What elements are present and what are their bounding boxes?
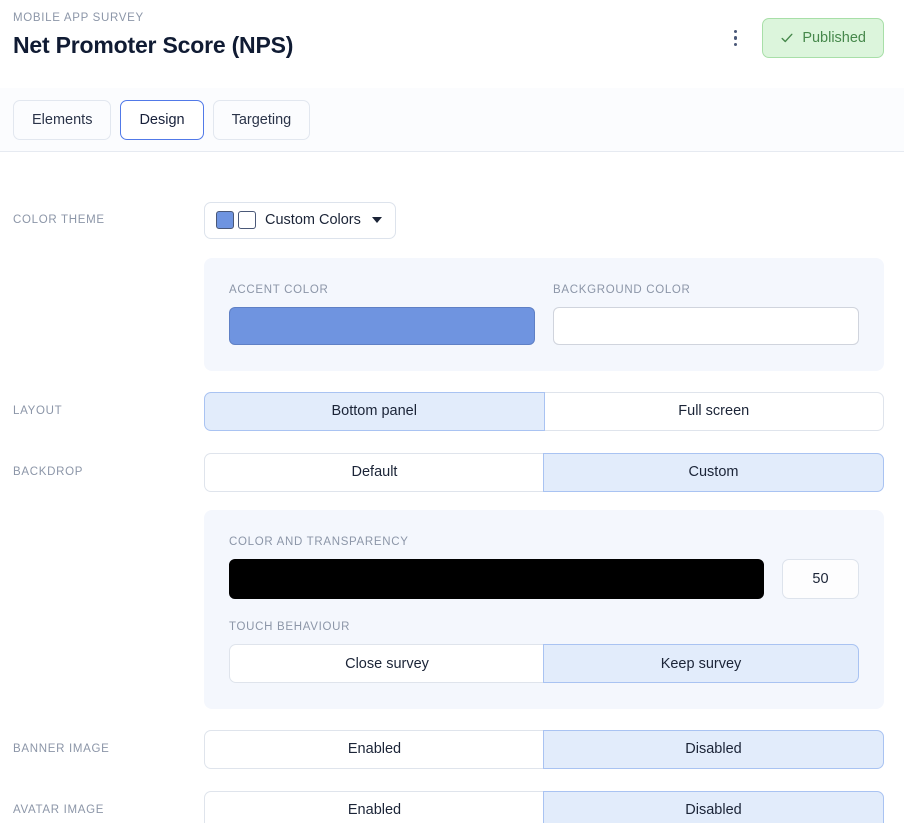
theme-swatch-group — [216, 211, 256, 229]
label-banner-image: BANNER IMAGE — [13, 743, 110, 755]
segment-backdrop-default[interactable]: Default — [204, 452, 544, 492]
settings-content: COLOR THEME Custom Colors ACCENT COLOR B… — [0, 152, 904, 823]
segment-touch-keep-survey[interactable]: Keep survey — [543, 644, 859, 683]
segment-avatar-disabled[interactable]: Disabled — [543, 790, 884, 823]
transparency-row: 50 — [229, 559, 859, 599]
control-avatar-image: Enabled Disabled — [204, 790, 884, 823]
kebab-dot — [733, 29, 738, 34]
accent-color-group: ACCENT COLOR — [229, 284, 535, 345]
label-accent-color: ACCENT COLOR — [229, 284, 329, 296]
segment-layout-bottom-panel[interactable]: Bottom panel — [204, 391, 545, 431]
backdrop-color-swatch[interactable] — [229, 559, 764, 599]
color-theme-select-value: Custom Colors — [265, 212, 361, 228]
label-color-theme: COLOR THEME — [13, 214, 105, 226]
background-color-swatch[interactable] — [553, 307, 859, 345]
row-backdrop: BACKDROP Default Custom — [13, 444, 884, 500]
label-background-color: BACKGROUND COLOR — [553, 284, 691, 296]
label-layout: LAYOUT — [13, 405, 63, 417]
control-backdrop: Default Custom — [204, 452, 884, 492]
header-title-group: MOBILE APP SURVEY Net Promoter Score (NP… — [13, 8, 293, 59]
segmented-avatar-image: Enabled Disabled — [204, 790, 884, 823]
page-header: MOBILE APP SURVEY Net Promoter Score (NP… — [0, 0, 904, 88]
chevron-down-icon — [371, 217, 382, 223]
touch-behaviour-group: TOUCH BEHAVIOUR Close survey Keep survey — [229, 621, 859, 683]
row-layout: LAYOUT Bottom panel Full screen — [13, 383, 884, 439]
segmented-banner-image: Enabled Disabled — [204, 729, 884, 769]
segment-backdrop-custom[interactable]: Custom — [543, 452, 884, 492]
status-badge-published[interactable]: Published — [762, 18, 884, 58]
breadcrumb-eyebrow: MOBILE APP SURVEY — [13, 12, 144, 24]
tab-design[interactable]: Design — [120, 99, 204, 140]
label-avatar-image: AVATAR IMAGE — [13, 804, 105, 816]
background-color-group: BACKGROUND COLOR — [553, 284, 859, 345]
segment-layout-full-screen[interactable]: Full screen — [543, 391, 884, 431]
status-badge-label: Published — [802, 30, 866, 46]
page-title: Net Promoter Score (NPS) — [13, 32, 294, 58]
theme-swatch-secondary — [238, 211, 256, 229]
design-settings-page: MOBILE APP SURVEY Net Promoter Score (NP… — [0, 0, 904, 823]
accent-color-swatch[interactable] — [229, 307, 535, 345]
row-banner-image: BANNER IMAGE Enabled Disabled — [13, 721, 884, 777]
segmented-backdrop: Default Custom — [204, 452, 884, 492]
control-layout: Bottom panel Full screen — [204, 391, 884, 431]
tab-targeting[interactable]: Targeting — [212, 99, 311, 140]
header-actions: Published — [722, 8, 884, 58]
tab-elements[interactable]: Elements — [13, 99, 112, 140]
transparency-input[interactable]: 50 — [782, 559, 859, 599]
row-color-theme: COLOR THEME Custom Colors — [13, 192, 884, 248]
check-icon — [781, 33, 793, 43]
panel-backdrop-custom: COLOR AND TRANSPARENCY 50 TOUCH BEHAVIOU… — [204, 510, 884, 709]
color-theme-select[interactable]: Custom Colors — [204, 201, 396, 239]
segmented-layout: Bottom panel Full screen — [204, 391, 884, 431]
control-banner-image: Enabled Disabled — [204, 729, 884, 769]
theme-swatch-primary — [216, 211, 234, 229]
label-touch-behaviour: TOUCH BEHAVIOUR — [229, 621, 351, 633]
kebab-dot — [733, 36, 738, 40]
row-avatar-image: AVATAR IMAGE Enabled Disabled — [13, 782, 884, 823]
label-backdrop: BACKDROP — [13, 466, 84, 478]
panel-custom-colors: ACCENT COLOR BACKGROUND COLOR — [204, 258, 884, 371]
kebab-menu-icon[interactable] — [722, 24, 748, 52]
control-color-theme: Custom Colors — [204, 201, 884, 239]
segment-avatar-enabled[interactable]: Enabled — [204, 790, 544, 823]
content-top-spacer — [13, 152, 884, 192]
segment-touch-close-survey[interactable]: Close survey — [229, 644, 544, 683]
label-color-and-transparency: COLOR AND TRANSPARENCY — [229, 536, 409, 548]
tab-bar: Elements Design Targeting — [0, 88, 904, 152]
segment-banner-enabled[interactable]: Enabled — [204, 729, 544, 769]
segment-banner-disabled[interactable]: Disabled — [543, 729, 884, 769]
color-columns: ACCENT COLOR BACKGROUND COLOR — [229, 284, 859, 345]
kebab-dot — [733, 42, 738, 47]
segmented-touch-behaviour: Close survey Keep survey — [229, 644, 859, 683]
